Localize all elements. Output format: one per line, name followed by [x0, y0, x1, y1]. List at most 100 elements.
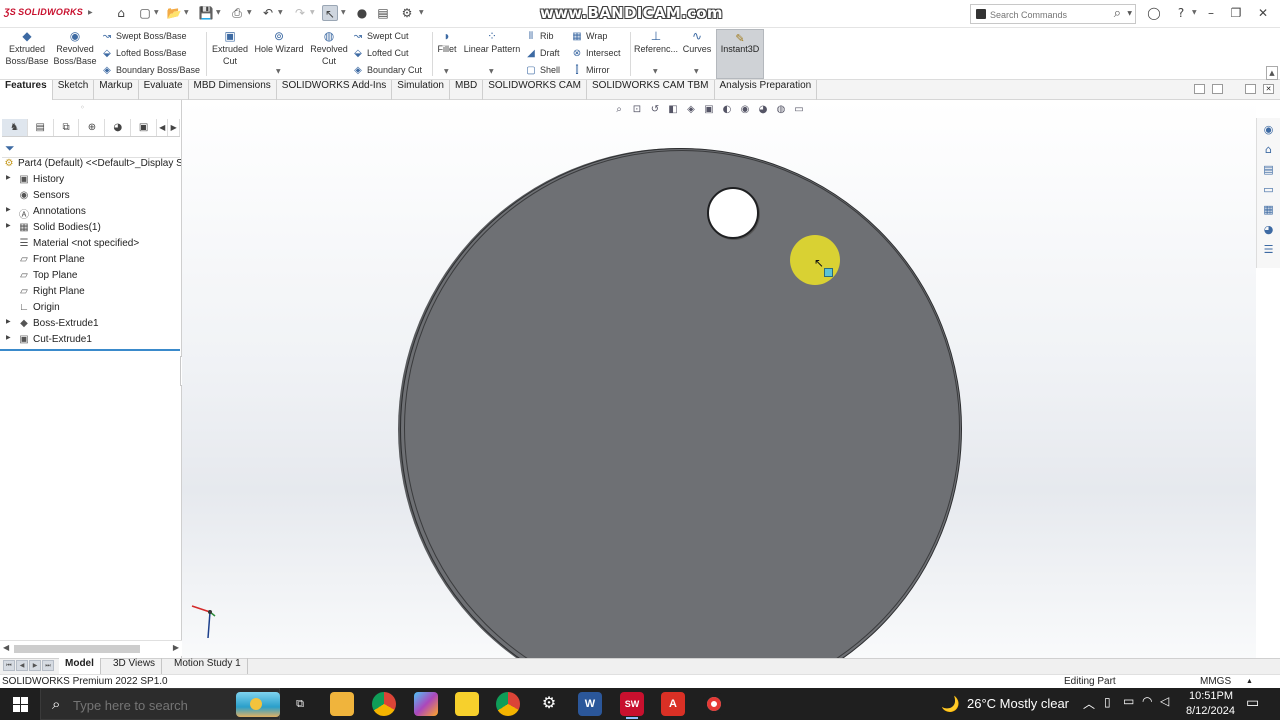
feature-manager-tab-icon[interactable]: ♞ — [2, 119, 28, 136]
apply-scene-icon[interactable]: ◍ — [774, 104, 788, 118]
design-library-icon[interactable]: ▤ — [1261, 162, 1276, 177]
curves-button[interactable]: ∿ Curves — [681, 30, 713, 55]
weather-icon[interactable]: 🌙 — [941, 695, 960, 713]
zoom-to-fit-icon[interactable]: ⌕ — [612, 104, 626, 118]
tab-analysis-preparation[interactable]: Analysis Preparation — [715, 80, 818, 100]
curves-dropdown-icon[interactable]: ▼ — [694, 68, 699, 75]
tree-item-history[interactable]: ▶ ▣ History — [0, 174, 181, 190]
tab-simulation[interactable]: Simulation — [392, 80, 450, 100]
display-manager-tab-icon[interactable]: ◕ — [105, 119, 132, 136]
options-dropdown-icon[interactable]: ▼ — [419, 9, 424, 16]
search-dropdown-icon[interactable]: ▼ — [1127, 10, 1132, 17]
display-style-icon[interactable]: ◐ — [720, 104, 734, 118]
solidworks-icon[interactable]: SW — [620, 692, 644, 719]
volume-icon[interactable]: ◁ — [1160, 694, 1169, 708]
fillet-dropdown-icon[interactable]: ▼ — [444, 68, 449, 75]
tree-item-cut-extrude1[interactable]: ▶ ▣ Cut-Extrude1 — [0, 334, 181, 350]
minimize-icon[interactable]: – — [1203, 5, 1219, 21]
expand-arrow-icon[interactable]: ▶ — [6, 174, 11, 181]
viewport-tile-icon[interactable] — [1194, 84, 1205, 94]
viewport-maximize-icon[interactable] — [1245, 84, 1256, 94]
viewport-close-icon[interactable]: ✕ — [1263, 84, 1274, 94]
tab-mbd-dimensions[interactable]: MBD Dimensions — [189, 80, 277, 100]
shell-button[interactable]: ▢ Shell — [525, 63, 560, 77]
traffic-light-icon[interactable]: ● — [354, 5, 370, 21]
reference-geometry-button[interactable]: ⊥ Referenc... — [633, 30, 679, 55]
view-palette-icon[interactable]: ▦ — [1261, 202, 1276, 217]
edit-appearance-icon[interactable]: ◕ — [756, 104, 770, 118]
rib-button[interactable]: ⫴ Rib — [525, 29, 554, 43]
tree-item-front-plane[interactable]: ▱ Front Plane — [0, 254, 181, 270]
battery-icon[interactable]: ▭ — [1123, 694, 1134, 708]
select-dropdown-icon[interactable]: ▼ — [341, 9, 346, 16]
help-icon[interactable]: ? — [1173, 5, 1189, 21]
close-icon[interactable]: ✕ — [1255, 5, 1271, 21]
swept-cut-button[interactable]: ↝ Swept Cut — [352, 29, 409, 43]
prev-tab-icon[interactable]: ◀ — [16, 660, 28, 671]
options-gear-icon[interactable]: ⚙ — [399, 5, 415, 21]
sticky-notes-icon[interactable] — [455, 692, 479, 716]
tree-item-solid-bodies[interactable]: ▶ ▦ Solid Bodies(1) — [0, 222, 181, 238]
hole-wizard-dropdown-icon[interactable]: ▼ — [276, 68, 281, 75]
configuration-manager-tab-icon[interactable]: ⧉ — [54, 119, 80, 136]
draft-button[interactable]: ◢ Draft — [525, 46, 559, 60]
tree-item-origin[interactable]: ∟ Origin — [0, 302, 181, 318]
view-orientation-icon[interactable]: ▣ — [702, 104, 716, 118]
next-tab-icon[interactable]: ▶ — [29, 660, 41, 671]
mirror-button[interactable]: ⫿ Mirror — [571, 63, 609, 77]
search-icon[interactable]: ⌕ — [1114, 6, 1121, 21]
settings-gear-icon[interactable]: ⚙ — [537, 692, 561, 716]
chrome-icon[interactable] — [496, 692, 520, 716]
redo-icon[interactable]: ↷ — [292, 5, 308, 21]
redo-dropdown-icon[interactable]: ▼ — [310, 9, 315, 16]
clock-time[interactable]: 10:51PM — [1189, 690, 1233, 702]
chrome-icon[interactable] — [372, 692, 396, 716]
task-view-icon[interactable]: ⧉ — [288, 692, 312, 716]
file-explorer-icon[interactable]: ▭ — [1261, 182, 1276, 197]
tabs-scroll-right-icon[interactable]: ▶ — [168, 119, 180, 136]
view-settings-icon[interactable]: ▭ — [792, 104, 806, 118]
print-dropdown-icon[interactable]: ▼ — [247, 9, 252, 16]
hole-wizard-button[interactable]: ⊚ Hole Wizard — [253, 30, 305, 55]
tab-mbd[interactable]: MBD — [450, 80, 484, 100]
lofted-cut-button[interactable]: ⬙ Lofted Cut — [352, 46, 408, 60]
ribbon-collapse-button[interactable]: ▲ — [1266, 66, 1278, 80]
tree-item-annotations[interactable]: ▶ Ⓐ Annotations — [0, 206, 181, 222]
instant3d-button[interactable]: ✎ Instant3D — [716, 29, 764, 79]
units-dropdown-icon[interactable]: ▲ — [1246, 675, 1253, 689]
word-icon[interactable]: W — [578, 692, 602, 716]
tree-item-sensors[interactable]: ◉ Sensors — [0, 190, 181, 206]
start-button[interactable] — [0, 688, 40, 720]
filter-icon[interactable]: ⏷ — [5, 141, 15, 156]
print-icon[interactable]: ⎙ — [229, 5, 245, 21]
file-properties-icon[interactable]: ▤ — [375, 5, 391, 21]
expand-arrow-icon[interactable]: ▶ — [6, 222, 11, 229]
weather-text[interactable]: 26°C Mostly clear — [967, 696, 1069, 711]
solidworks-logo[interactable]: ƷS SOLIDWORKS — [4, 7, 83, 17]
revolved-cut-button[interactable]: ◍ Revolved Cut — [308, 30, 350, 67]
tab-sketch[interactable]: Sketch — [53, 80, 95, 100]
tab-model[interactable]: Model — [59, 658, 101, 674]
file-explorer-icon[interactable] — [330, 692, 354, 716]
tree-item-boss-extrude1[interactable]: ▶ ◆ Boss-Extrude1 — [0, 318, 181, 334]
expand-arrow-icon[interactable]: ▶ — [6, 318, 11, 325]
account-icon[interactable]: ◯ — [1146, 5, 1162, 21]
tree-item-right-plane[interactable]: ▱ Right Plane — [0, 286, 181, 302]
clock-date[interactable]: 8/12/2024 — [1186, 705, 1235, 717]
show-hidden-icons-icon[interactable]: ︿ — [1083, 695, 1095, 712]
wrap-button[interactable]: ▦ Wrap — [571, 29, 607, 43]
taskbar-search-input[interactable] — [73, 697, 223, 713]
panel-drag-handle-icon[interactable]: ◦ — [80, 103, 85, 112]
tab-solidworks-cam[interactable]: SOLIDWORKS CAM — [483, 80, 588, 100]
scroll-thumb[interactable] — [14, 645, 140, 653]
lofted-boss-button[interactable]: ⬙ Lofted Boss/Base — [101, 46, 186, 60]
tree-item-material[interactable]: ☰ Material <not specified> — [0, 238, 181, 254]
tab-solidworks-addins[interactable]: SOLIDWORKS Add-Ins — [277, 80, 393, 100]
taskbar-search[interactable]: ⌕ — [40, 688, 280, 720]
home-icon[interactable]: ⌂ — [113, 5, 129, 21]
first-tab-icon[interactable]: ⏮ — [3, 660, 15, 671]
logo-menu-arrow-icon[interactable]: ▶ — [88, 9, 93, 16]
search-input[interactable] — [990, 7, 1108, 22]
boundary-cut-button[interactable]: ◈ Boundary Cut — [352, 63, 422, 77]
record-icon[interactable] — [702, 692, 726, 716]
